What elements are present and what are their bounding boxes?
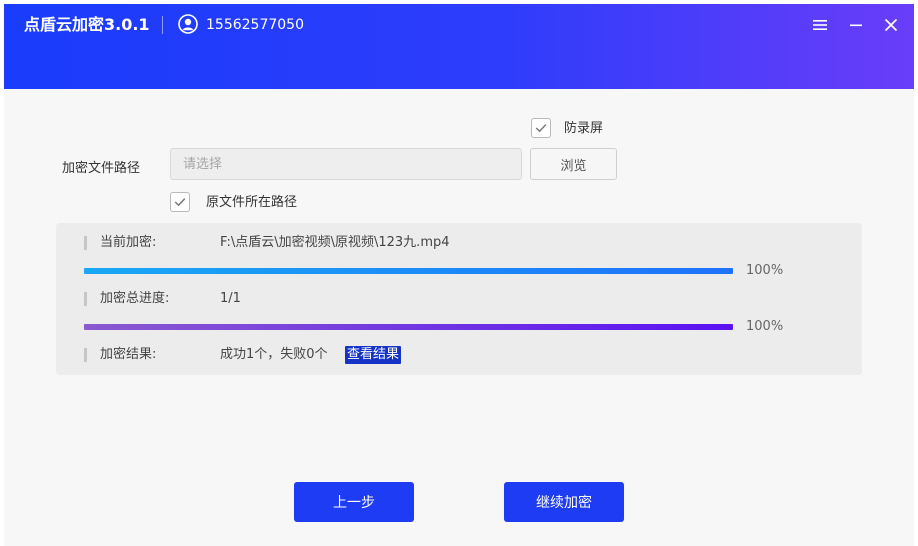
menu-icon <box>813 20 827 30</box>
path-input[interactable] <box>170 148 522 180</box>
current-file: F:\点盾云\加密视频\原视频\123九.mp4 <box>220 235 450 250</box>
result-label: 加密结果: <box>100 347 157 362</box>
path-label: 加密文件路径 <box>62 161 141 176</box>
previous-step-button[interactable]: 上一步 <box>294 482 414 522</box>
app-title: 点盾云加密3.0.1 <box>24 15 150 34</box>
anti-record-label: 防录屏 <box>564 121 604 136</box>
anti-record-checkbox[interactable] <box>531 118 551 138</box>
main-content: 防录屏 加密文件路径 浏览 原文件所在路径 当前加密: F:\点盾云\加密视频\… <box>4 89 914 546</box>
minimize-button[interactable] <box>845 14 867 36</box>
total-progress-bar <box>84 324 733 330</box>
app-window: 点盾云加密3.0.1 15562577050 防录屏 加密文件路径 请选择 浏览… <box>4 4 914 546</box>
row-marker <box>84 348 87 362</box>
title-divider <box>162 16 163 34</box>
row-marker <box>84 236 87 250</box>
title-bar: 点盾云加密3.0.1 15562577050 <box>4 4 914 89</box>
total-label: 加密总进度: <box>100 291 170 306</box>
original-path-label: 原文件所在路径 <box>206 195 298 210</box>
current-progress-fill <box>84 268 733 274</box>
minimize-icon <box>850 24 862 27</box>
total-value: 1/1 <box>220 291 241 306</box>
user-phone: 15562577050 <box>206 17 304 33</box>
view-result-link[interactable]: 查看结果 <box>345 346 402 364</box>
continue-encrypt-button[interactable]: 继续加密 <box>504 482 624 522</box>
progress-panel: 当前加密: F:\点盾云\加密视频\原视频\123九.mp4 100% 加密总进… <box>56 223 862 375</box>
total-progress-fill <box>84 324 733 330</box>
checkmark-icon <box>174 198 186 207</box>
browse-button[interactable]: 浏览 <box>530 148 617 180</box>
checkmark-icon <box>535 124 547 133</box>
close-button[interactable] <box>880 14 902 36</box>
total-percent: 100% <box>746 319 784 334</box>
user-avatar-icon[interactable] <box>178 14 198 34</box>
result-value: 成功1个，失败0个 <box>220 347 328 362</box>
current-progress-bar <box>84 268 733 274</box>
menu-button[interactable] <box>809 14 831 36</box>
original-path-checkbox[interactable] <box>170 192 190 212</box>
close-icon <box>884 18 898 32</box>
row-marker <box>84 292 87 306</box>
current-label: 当前加密: <box>100 235 157 250</box>
current-percent: 100% <box>746 263 784 278</box>
